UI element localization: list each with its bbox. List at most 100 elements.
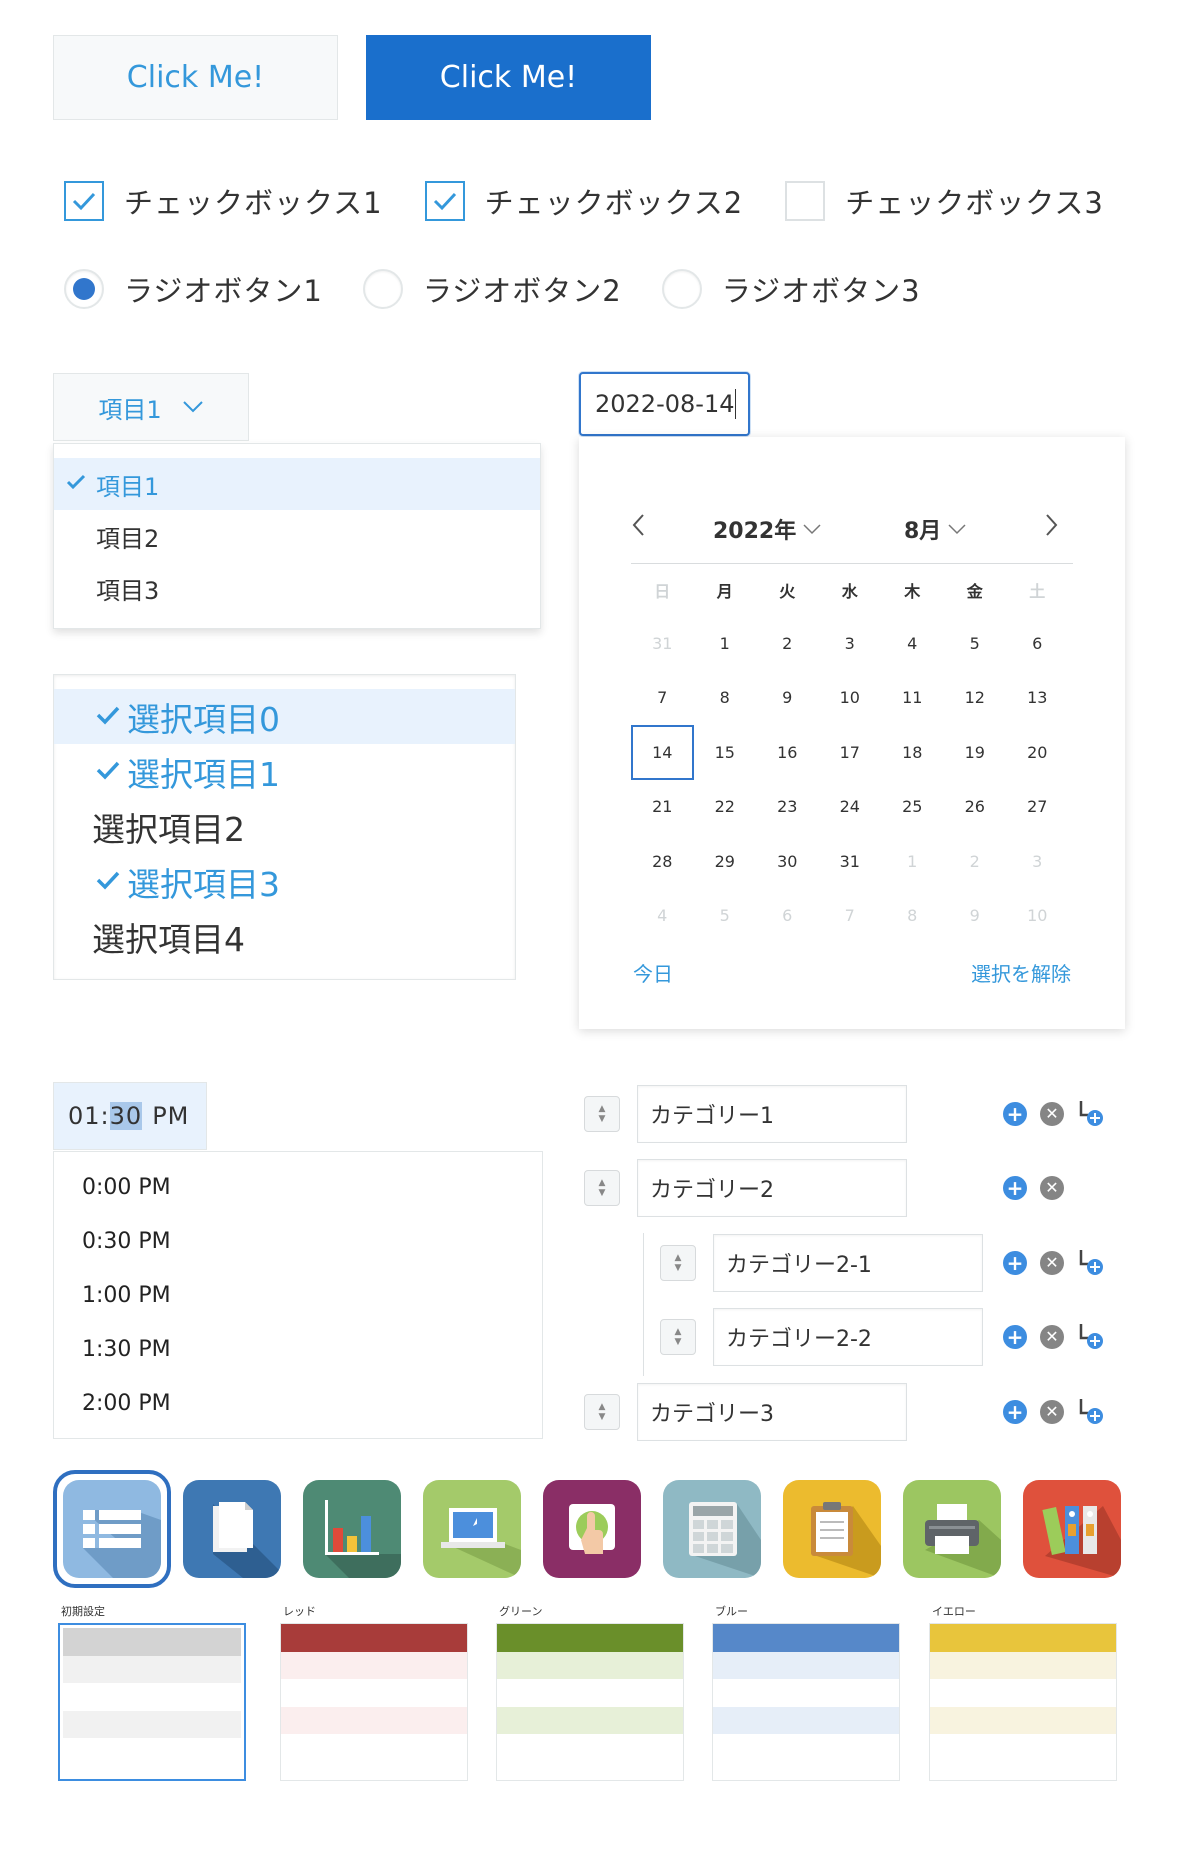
calendar-day[interactable]: 5 [694, 889, 757, 944]
calendar-day[interactable]: 31 [819, 834, 882, 889]
category-input[interactable]: カテゴリー2-1 [713, 1234, 983, 1292]
multi-select-item-0[interactable]: 選択項目0 [54, 689, 515, 744]
category-input[interactable]: カテゴリー1 [637, 1085, 907, 1143]
calendar-day[interactable]: 15 [694, 725, 757, 780]
radio-2[interactable]: ラジオボタン2 [362, 268, 622, 310]
category-input[interactable]: カテゴリー3 [637, 1383, 907, 1441]
time-option[interactable]: 0:30 PM [54, 1214, 542, 1268]
checkbox-2[interactable]: チェックボックス2 [424, 180, 744, 222]
calendar-day-selected[interactable]: 14 [631, 725, 694, 780]
table-theme-option[interactable] [496, 1623, 684, 1781]
time-minute[interactable]: 30 [109, 1102, 143, 1130]
add-child-category-button[interactable] [1076, 1248, 1104, 1280]
calendar-day[interactable]: 11 [881, 671, 944, 726]
calendar-day[interactable]: 8 [694, 671, 757, 726]
add-child-category-button[interactable] [1076, 1099, 1104, 1131]
click-me-button[interactable]: Click Me! [53, 35, 338, 120]
category-input[interactable]: カテゴリー2-2 [713, 1308, 983, 1366]
dropdown-option-3[interactable]: 項目3 [54, 562, 540, 614]
date-input[interactable]: 2022-08-14 [579, 372, 750, 436]
add-category-button[interactable]: + [1003, 1325, 1027, 1349]
checkbox-1-box[interactable] [64, 181, 104, 221]
table-theme-option[interactable] [58, 1623, 246, 1781]
calendar-day[interactable]: 13 [1006, 671, 1069, 726]
add-category-button[interactable]: + [1003, 1400, 1027, 1424]
calendar-day[interactable]: 28 [631, 834, 694, 889]
calendar-day[interactable]: 6 [1006, 616, 1069, 671]
calendar-day[interactable]: 2 [756, 616, 819, 671]
radio-3-circle[interactable] [661, 269, 702, 309]
touch-hand-icon[interactable] [543, 1480, 641, 1578]
remove-category-button[interactable]: ✕ [1040, 1251, 1064, 1275]
calendar-day[interactable]: 31 [631, 616, 694, 671]
add-category-button[interactable]: + [1003, 1251, 1027, 1275]
add-child-category-button[interactable] [1076, 1397, 1104, 1429]
time-option[interactable]: 2:00 PM [54, 1376, 542, 1430]
time-ampm[interactable]: PM [152, 1102, 189, 1130]
time-option[interactable]: 1:00 PM [54, 1268, 542, 1322]
calendar-day[interactable]: 3 [819, 616, 882, 671]
time-input[interactable]: 01:30 PM [53, 1082, 207, 1150]
calendar-day[interactable]: 17 [819, 725, 882, 780]
remove-category-button[interactable]: ✕ [1040, 1102, 1064, 1126]
calendar-day[interactable]: 2 [944, 834, 1007, 889]
calendar-day[interactable]: 9 [944, 889, 1007, 944]
multi-select-item-1[interactable]: 選択項目1 [54, 744, 515, 799]
radio-2-circle[interactable] [362, 269, 403, 309]
add-category-button[interactable]: + [1003, 1102, 1027, 1126]
binders-icon[interactable] [1023, 1480, 1121, 1578]
calendar-day[interactable]: 6 [756, 889, 819, 944]
calendar-day[interactable]: 3 [1006, 834, 1069, 889]
add-category-button[interactable]: + [1003, 1176, 1027, 1200]
calendar-day[interactable]: 8 [881, 889, 944, 944]
calendar-day[interactable]: 16 [756, 725, 819, 780]
calendar-day[interactable]: 12 [944, 671, 1007, 726]
calendar-day[interactable]: 21 [631, 780, 694, 835]
table-theme-option[interactable] [280, 1623, 468, 1781]
add-child-category-button[interactable] [1076, 1322, 1104, 1354]
dropdown-option-2[interactable]: 項目2 [54, 510, 540, 562]
checkbox-2-box[interactable] [424, 181, 465, 221]
drag-handle[interactable]: ▲ ▼ [584, 1096, 620, 1132]
calendar-day[interactable]: 22 [694, 780, 757, 835]
drag-handle[interactable]: ▲ ▼ [584, 1170, 620, 1206]
radio-3[interactable]: ラジオボタン3 [661, 268, 921, 310]
remove-category-button[interactable]: ✕ [1040, 1325, 1064, 1349]
checkbox-3[interactable]: チェックボックス3 [785, 180, 1104, 222]
today-link[interactable]: 今日 [633, 958, 673, 987]
calendar-day[interactable]: 24 [819, 780, 882, 835]
calendar-day[interactable]: 4 [881, 616, 944, 671]
dropdown-option-1[interactable]: 項目1 [54, 458, 540, 510]
radio-1-circle[interactable] [64, 269, 104, 309]
clear-selection-link[interactable]: 選択を解除 [971, 958, 1071, 987]
time-hour[interactable]: 01 [68, 1102, 101, 1130]
calendar-day[interactable]: 7 [819, 889, 882, 944]
calendar-day[interactable]: 26 [944, 780, 1007, 835]
calendar-day[interactable]: 4 [631, 889, 694, 944]
multi-select-item-4[interactable]: 選択項目4 [54, 909, 515, 964]
calendar-day[interactable]: 19 [944, 725, 1007, 780]
multi-select-item-3[interactable]: 選択項目3 [54, 854, 515, 909]
month-select[interactable]: 8月 [904, 513, 967, 545]
calendar-day[interactable]: 9 [756, 671, 819, 726]
calendar-day[interactable]: 27 [1006, 780, 1069, 835]
remove-category-button[interactable]: ✕ [1040, 1176, 1064, 1200]
calendar-day[interactable]: 10 [1006, 889, 1069, 944]
calendar-day[interactable]: 25 [881, 780, 944, 835]
previous-month-button[interactable] [631, 513, 647, 543]
calendar-day[interactable]: 1 [694, 616, 757, 671]
bar-chart-icon[interactable] [303, 1480, 401, 1578]
clipboard-icon[interactable] [783, 1480, 881, 1578]
next-month-button[interactable] [1043, 513, 1059, 543]
radio-1[interactable]: ラジオボタン1 [64, 268, 323, 310]
drag-handle[interactable]: ▲ ▼ [660, 1319, 696, 1355]
calendar-day[interactable]: 7 [631, 671, 694, 726]
calendar-day[interactable]: 30 [756, 834, 819, 889]
document-icon[interactable] [183, 1480, 281, 1578]
table-theme-option[interactable] [712, 1623, 900, 1781]
table-theme-option[interactable] [929, 1623, 1117, 1781]
drag-handle[interactable]: ▲ ▼ [584, 1394, 620, 1430]
category-input[interactable]: カテゴリー2 [637, 1159, 907, 1217]
time-option[interactable]: 1:30 PM [54, 1322, 542, 1376]
dropdown-toggle[interactable]: 項目1 [53, 373, 249, 441]
